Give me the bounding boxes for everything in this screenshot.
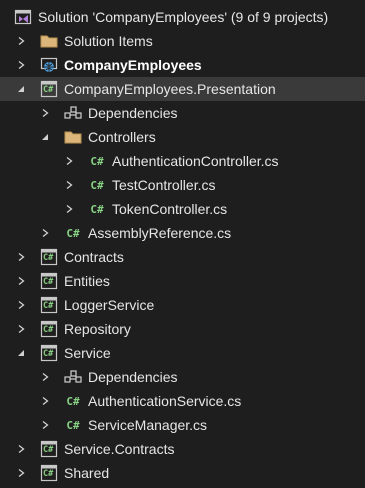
- tree-item-label: TokenController.cs: [112, 201, 228, 217]
- expanded-arrow-icon[interactable]: [14, 77, 28, 101]
- tree-item[interactable]: C# ServiceManager.cs: [0, 413, 365, 437]
- csharp-file-icon: C#: [88, 152, 106, 170]
- collapsed-arrow-icon[interactable]: [14, 245, 28, 269]
- tree-item-label: Shared: [64, 465, 110, 481]
- csharp-project-icon: C#: [40, 344, 58, 362]
- collapsed-arrow-icon[interactable]: [14, 293, 28, 317]
- csharp-glyph: C#: [66, 394, 80, 408]
- csharp-project-icon: C#: [40, 320, 58, 338]
- tree-item-label: Contracts: [64, 249, 124, 265]
- csharp-glyph: C#: [90, 202, 104, 216]
- collapsed-arrow-icon[interactable]: [14, 317, 28, 341]
- csharp-glyph: C#: [43, 277, 54, 287]
- csharp-file-icon: C#: [88, 176, 106, 194]
- collapsed-arrow-icon[interactable]: [38, 389, 52, 413]
- csharp-glyph: C#: [90, 178, 104, 192]
- tree-item-label: Solution 'CompanyEmployees' (9 of 9 proj…: [38, 9, 329, 25]
- tree-item[interactable]: C# AuthenticationService.cs: [0, 389, 365, 413]
- tree-item-label: TestController.cs: [112, 177, 216, 193]
- web-project-icon: [40, 56, 58, 74]
- collapsed-arrow-icon[interactable]: [14, 29, 28, 53]
- csharp-project-icon: C#: [40, 272, 58, 290]
- tree-item-label: AuthenticationController.cs: [112, 153, 279, 169]
- tree-item-label: Service.Contracts: [64, 441, 175, 457]
- csharp-file-icon: C#: [64, 224, 82, 242]
- csharp-glyph: C#: [43, 85, 54, 95]
- tree-item-label: AuthenticationService.cs: [88, 393, 242, 409]
- collapsed-arrow-icon[interactable]: [38, 365, 52, 389]
- collapsed-arrow-icon[interactable]: [14, 461, 28, 485]
- csharp-file-icon: C#: [88, 200, 106, 218]
- csharp-glyph: C#: [43, 349, 54, 359]
- csharp-project-icon: C#: [40, 248, 58, 266]
- tree-item[interactable]: CompanyEmployees: [0, 53, 365, 77]
- tree-item-label: Controllers: [88, 129, 156, 145]
- tree-item[interactable]: C# TokenController.cs: [0, 197, 365, 221]
- csharp-glyph: C#: [43, 445, 54, 455]
- tree-item-label: AssemblyReference.cs: [88, 225, 232, 241]
- tree-item[interactable]: Solution 'CompanyEmployees' (9 of 9 proj…: [0, 5, 365, 29]
- csharp-glyph: C#: [43, 253, 54, 263]
- tree-item[interactable]: Controllers: [0, 125, 365, 149]
- csharp-glyph: C#: [66, 226, 80, 240]
- collapsed-arrow-icon[interactable]: [14, 269, 28, 293]
- csharp-file-icon: C#: [64, 416, 82, 434]
- csharp-file-icon: C#: [64, 392, 82, 410]
- tree-item-label: Dependencies: [88, 369, 178, 385]
- tree-item[interactable]: C# Service.Contracts: [0, 437, 365, 461]
- tree-item[interactable]: Dependencies: [0, 365, 365, 389]
- tree-item-label: Solution Items: [64, 33, 153, 49]
- csharp-glyph: C#: [43, 325, 54, 335]
- expanded-arrow-icon[interactable]: [38, 125, 52, 149]
- csharp-glyph: C#: [66, 418, 80, 432]
- tree-item[interactable]: C# TestController.cs: [0, 173, 365, 197]
- collapsed-arrow-icon[interactable]: [14, 437, 28, 461]
- collapsed-arrow-icon[interactable]: [38, 413, 52, 437]
- tree-item-label: CompanyEmployees.Presentation: [64, 81, 276, 97]
- tree-item[interactable]: C# Shared: [0, 461, 365, 485]
- tree-item[interactable]: C# LoggerService: [0, 293, 365, 317]
- tree-item-label: ServiceManager.cs: [88, 417, 208, 433]
- collapsed-arrow-icon[interactable]: [38, 101, 52, 125]
- tree-item-label: LoggerService: [64, 297, 155, 313]
- tree-item[interactable]: C# AssemblyReference.cs: [0, 221, 365, 245]
- tree-item[interactable]: C# CompanyEmployees.Presentation: [0, 77, 365, 101]
- csharp-glyph: C#: [90, 154, 104, 168]
- csharp-project-icon: C#: [40, 440, 58, 458]
- csharp-project-icon: C#: [40, 296, 58, 314]
- dependencies-icon: [64, 104, 82, 122]
- csharp-project-icon: C#: [40, 464, 58, 482]
- folder-icon: [40, 32, 58, 50]
- collapsed-arrow-icon[interactable]: [38, 221, 52, 245]
- tree-item[interactable]: C# Contracts: [0, 245, 365, 269]
- csharp-glyph: C#: [43, 301, 54, 311]
- tree-item[interactable]: Solution Items: [0, 29, 365, 53]
- csharp-project-icon: C#: [40, 80, 58, 98]
- dependencies-icon: [64, 368, 82, 386]
- folder-icon: [64, 128, 82, 146]
- tree-item-label: Service: [64, 345, 111, 361]
- collapsed-arrow-icon[interactable]: [62, 149, 76, 173]
- collapsed-arrow-icon[interactable]: [62, 173, 76, 197]
- tree-item[interactable]: C# Entities: [0, 269, 365, 293]
- csharp-glyph: C#: [43, 469, 54, 479]
- solution-icon: [14, 8, 32, 26]
- solution-explorer-tree: Solution 'CompanyEmployees' (9 of 9 proj…: [0, 0, 365, 488]
- tree-item-label: Dependencies: [88, 105, 178, 121]
- tree-item[interactable]: C# Service: [0, 341, 365, 365]
- tree-item-label: Repository: [64, 321, 131, 337]
- collapsed-arrow-icon[interactable]: [62, 197, 76, 221]
- collapsed-arrow-icon[interactable]: [14, 53, 28, 77]
- expanded-arrow-icon[interactable]: [14, 341, 28, 365]
- tree-item-label: Entities: [64, 273, 110, 289]
- tree-item[interactable]: Dependencies: [0, 101, 365, 125]
- tree-item-label: CompanyEmployees: [64, 57, 202, 73]
- tree-item[interactable]: C# Repository: [0, 317, 365, 341]
- tree-item[interactable]: C# AuthenticationController.cs: [0, 149, 365, 173]
